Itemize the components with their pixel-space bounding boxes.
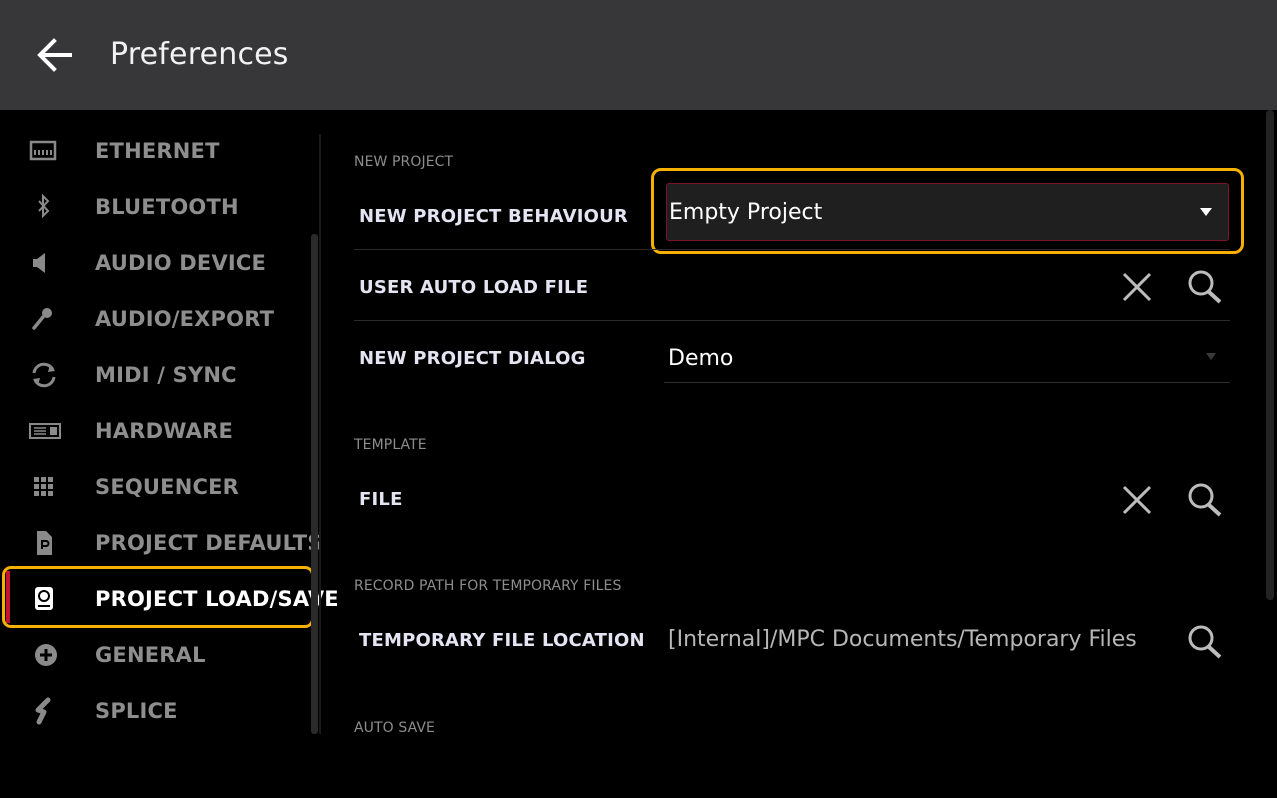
sidebar-item-label: PROJECT DEFAULTS — [95, 531, 323, 555]
plus-circle-icon — [28, 641, 66, 669]
section-title-record-path: RECORD PATH FOR TEMPORARY FILES — [354, 578, 622, 594]
sync-icon — [28, 361, 66, 389]
dropdown-value: Empty Project — [669, 200, 823, 225]
new-project-dialog-label: NEW PROJECT DIALOG — [359, 348, 586, 369]
temporary-file-location-label: TEMPORARY FILE LOCATION — [359, 630, 645, 651]
sidebar-item-audio-export[interactable]: AUDIO/EXPORT — [0, 291, 316, 347]
bluetooth-icon — [28, 193, 66, 221]
sidebar-item-sequencer[interactable]: SEQUENCER — [0, 459, 316, 515]
row-divider — [354, 249, 1230, 250]
row-divider — [354, 320, 1230, 321]
sidebar-item-label: AUDIO/EXPORT — [95, 307, 275, 331]
close-icon — [1122, 272, 1152, 302]
search-icon — [1188, 270, 1222, 304]
sidebar: ETHERNET BLUETOOTH AUDIO DEVICE AUDIO/EX… — [0, 110, 339, 798]
sidebar-item-label: ETHERNET — [95, 139, 220, 163]
close-icon — [1122, 485, 1152, 515]
sidebar-item-midi-sync[interactable]: MIDI / SYNC — [0, 347, 316, 403]
browse-auto-load-button[interactable] — [1184, 267, 1224, 307]
content-scrollbar[interactable] — [1266, 110, 1274, 600]
arrow-left-icon — [37, 38, 72, 72]
sidebar-item-label: MIDI / SYNC — [95, 363, 237, 387]
drive-icon — [28, 585, 66, 613]
sidebar-item-ethernet[interactable]: ETHERNET — [0, 123, 316, 179]
microphone-icon — [28, 305, 66, 333]
sidebar-item-label: AUDIO DEVICE — [95, 251, 267, 275]
clear-template-button[interactable] — [1117, 480, 1157, 520]
section-title-auto-save: AUTO SAVE — [354, 720, 435, 736]
hardware-icon — [28, 417, 66, 445]
user-auto-load-file-label: USER AUTO LOAD FILE — [359, 277, 589, 298]
search-icon — [1188, 625, 1222, 659]
temporary-file-location-value: [Internal]/MPC Documents/Temporary Files — [668, 627, 1137, 652]
preferences-content: NEW PROJECT NEW PROJECT BEHAVIOUR Empty … — [321, 110, 1277, 798]
sidebar-item-label: PROJECT LOAD/SAVE — [95, 587, 339, 611]
template-file-label: FILE — [359, 489, 403, 510]
splice-icon — [28, 697, 66, 725]
search-icon — [1188, 483, 1222, 517]
sidebar-item-hardware[interactable]: HARDWARE — [0, 403, 316, 459]
sidebar-item-project-load-save[interactable]: PROJECT LOAD/SAVE — [0, 571, 339, 627]
caret-down-icon — [1200, 208, 1212, 216]
sidebar-scrollbar[interactable] — [311, 234, 318, 734]
sidebar-item-project-defaults[interactable]: PROJECT DEFAULTS — [0, 515, 322, 571]
browse-template-button[interactable] — [1184, 480, 1224, 520]
page-title: Preferences — [110, 37, 289, 72]
ethernet-icon — [28, 137, 66, 165]
document-icon — [28, 529, 66, 557]
select-value: Demo — [668, 346, 734, 371]
sidebar-item-splice[interactable]: SPLICE — [0, 683, 316, 739]
back-button[interactable] — [30, 30, 80, 80]
sidebar-item-general[interactable]: GENERAL — [0, 627, 316, 683]
section-title-template: TEMPLATE — [354, 437, 427, 453]
speaker-icon — [28, 249, 66, 277]
sidebar-item-label: HARDWARE — [95, 419, 234, 443]
clear-auto-load-button[interactable] — [1117, 267, 1157, 307]
new-project-behaviour-label: NEW PROJECT BEHAVIOUR — [359, 206, 628, 227]
new-project-dialog-select[interactable]: Demo — [664, 333, 1230, 383]
active-indicator — [6, 571, 10, 623]
sidebar-item-label: SPLICE — [95, 699, 178, 723]
browse-temporary-location-button[interactable] — [1184, 622, 1224, 662]
sidebar-item-label: SEQUENCER — [95, 475, 240, 499]
new-project-behaviour-dropdown[interactable]: Empty Project — [666, 183, 1229, 241]
header-bar: Preferences — [0, 0, 1277, 110]
caret-down-icon — [1206, 353, 1216, 360]
sidebar-item-label: GENERAL — [95, 643, 206, 667]
sidebar-item-bluetooth[interactable]: BLUETOOTH — [0, 179, 316, 235]
sidebar-item-audio-device[interactable]: AUDIO DEVICE — [0, 235, 316, 291]
grid-icon — [28, 473, 66, 501]
sidebar-item-label: BLUETOOTH — [95, 195, 239, 219]
section-title-new-project: NEW PROJECT — [354, 154, 454, 170]
